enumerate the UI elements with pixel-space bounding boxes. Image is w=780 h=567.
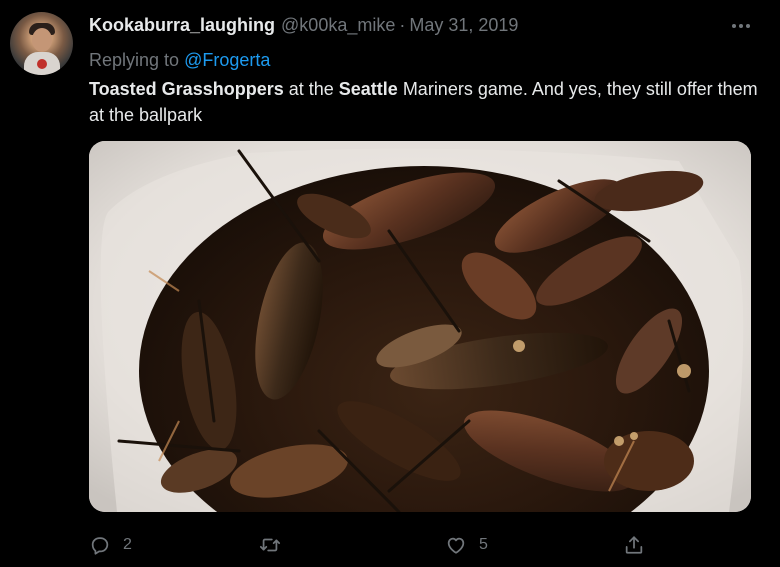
display-name[interactable]: Kookaburra_laughing xyxy=(89,15,275,36)
retweet-button[interactable] xyxy=(259,532,293,558)
share-icon xyxy=(625,536,643,554)
retweet-icon xyxy=(259,538,281,552)
replying-to: Replying to @Frogerta xyxy=(89,50,270,71)
avatar-logo xyxy=(37,59,47,69)
share-button[interactable] xyxy=(623,532,645,558)
more-options-icon[interactable] xyxy=(726,16,756,36)
tweet-header: Kookaburra_laughing @k00ka_mike · May 31… xyxy=(89,15,518,37)
reply-icon xyxy=(91,537,109,555)
user-handle[interactable]: @k00ka_mike xyxy=(281,15,395,36)
reply-to-link[interactable]: @Frogerta xyxy=(184,50,270,70)
tweet[interactable]: Kookaburra_laughing @k00ka_mike · May 31… xyxy=(0,0,780,567)
reply-count: 2 xyxy=(123,536,132,553)
avatar[interactable] xyxy=(10,12,73,75)
heart-icon xyxy=(447,537,465,554)
tweet-actions: 2 5 xyxy=(89,532,669,558)
tweet-text-segment-2: at the xyxy=(283,79,339,99)
tweet-text: Toasted Grasshoppers at the Seattle Mari… xyxy=(89,76,759,128)
separator-dot: · xyxy=(399,15,406,35)
grasshoppers-photo xyxy=(89,141,751,512)
tweet-text-bold-1: Toasted Grasshoppers xyxy=(89,79,284,99)
tweet-photo[interactable] xyxy=(89,141,751,512)
like-button[interactable]: 5 xyxy=(445,532,488,558)
tweet-text-bold-2: Seattle xyxy=(338,79,398,99)
reply-prefix: Replying to xyxy=(89,50,180,70)
reply-button[interactable]: 2 xyxy=(89,532,132,558)
like-count: 5 xyxy=(479,536,488,553)
avatar-face xyxy=(32,28,52,52)
tweet-date[interactable]: May 31, 2019 xyxy=(409,15,518,36)
